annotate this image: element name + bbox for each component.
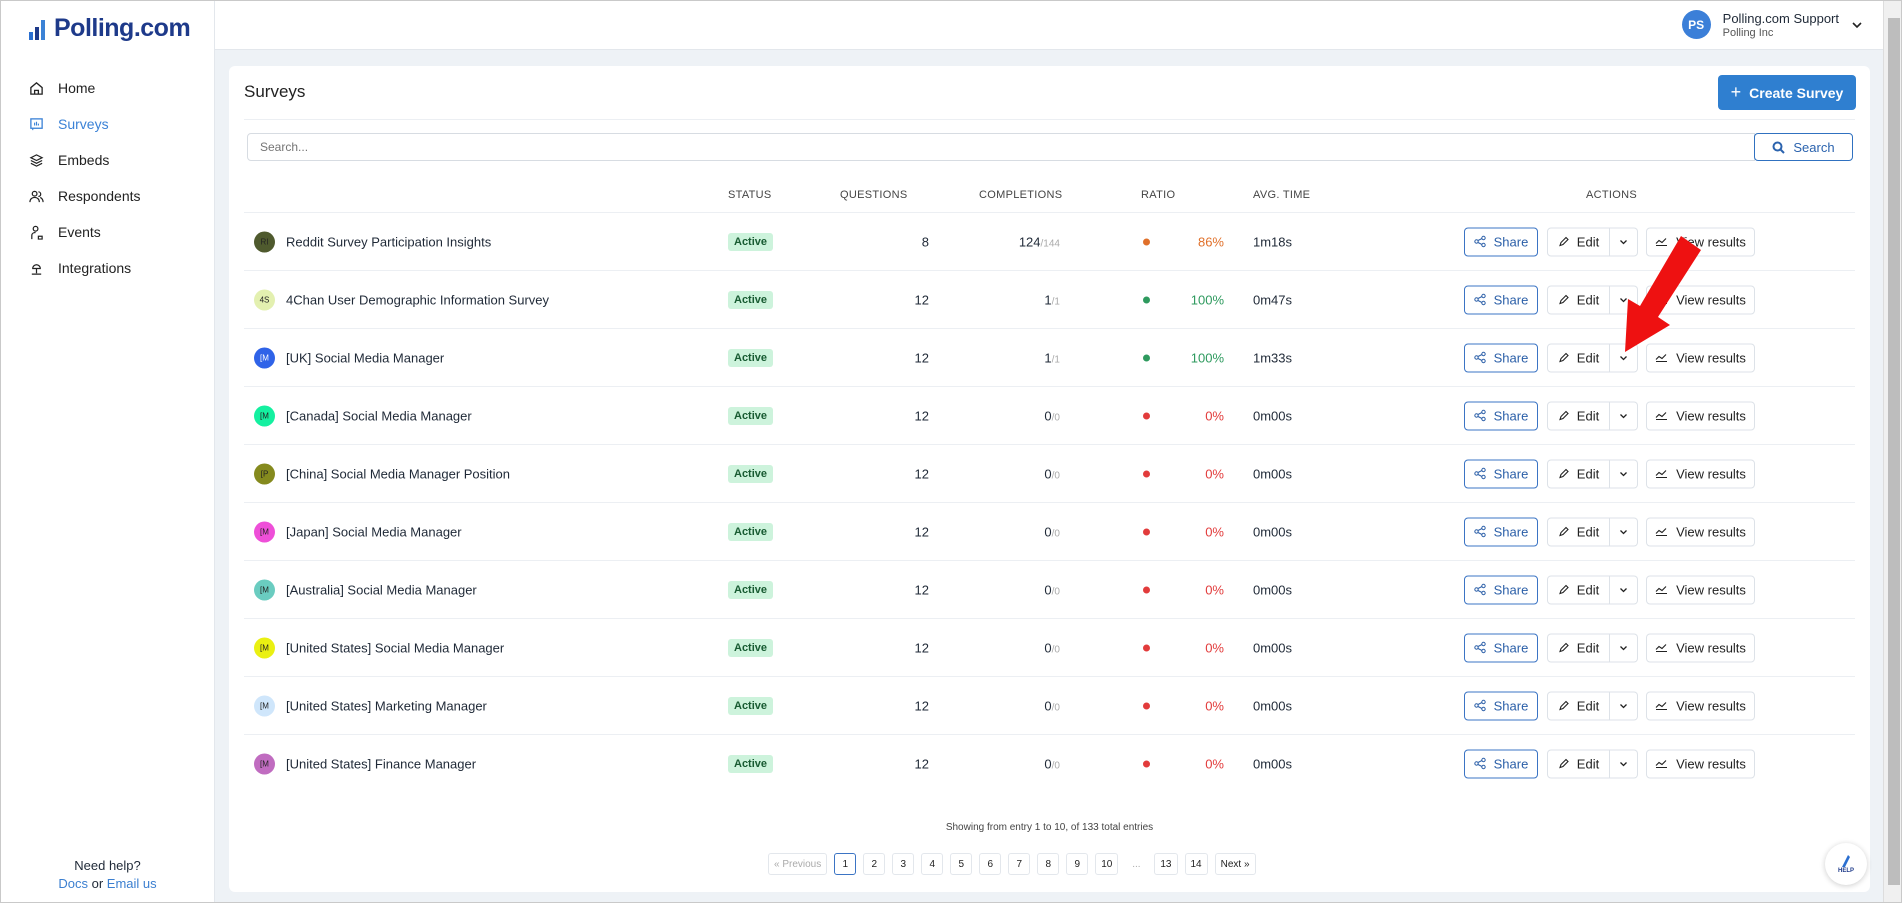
red-arrow-annotation [1625, 236, 1701, 352]
